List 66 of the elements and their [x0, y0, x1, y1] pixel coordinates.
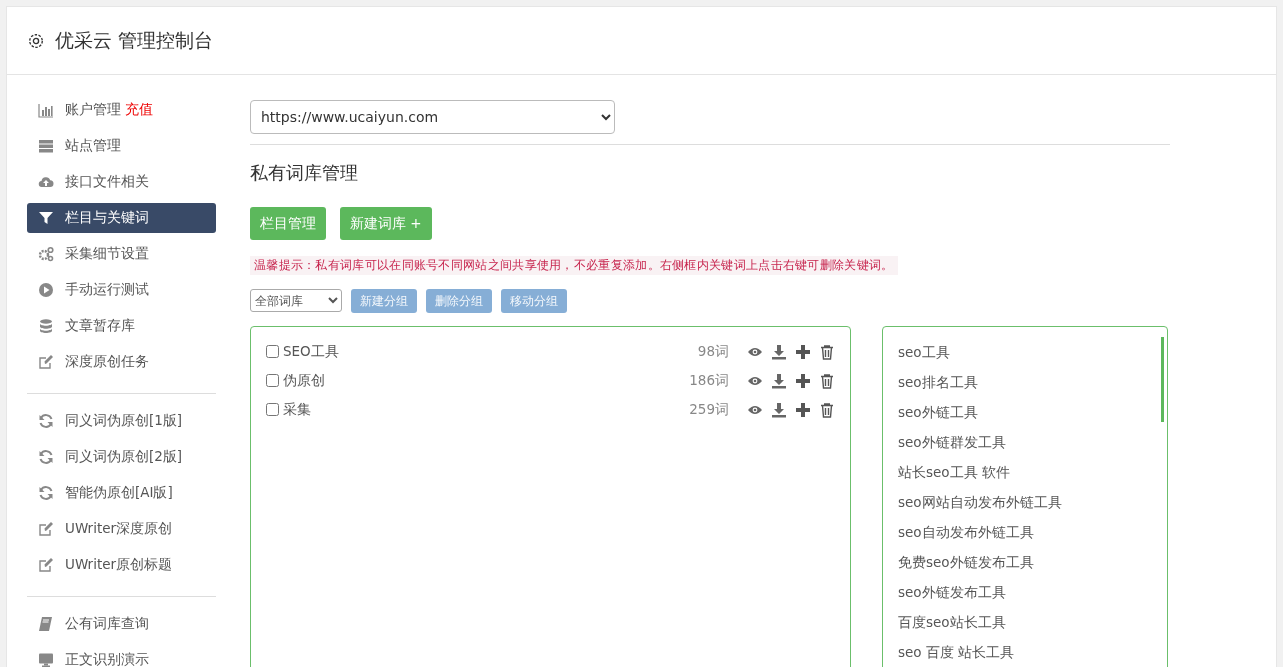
- refresh-icon: [37, 413, 55, 429]
- site-select[interactable]: https://www.ucaiyun.com: [250, 100, 615, 134]
- edit-icon: [37, 354, 55, 370]
- section-title: 私有词库管理: [250, 161, 359, 185]
- trash-icon: [819, 343, 835, 360]
- server-icon: [37, 138, 55, 154]
- cloud-upload-icon: [37, 174, 55, 190]
- download-icon: [771, 372, 787, 389]
- database-icon: [37, 318, 55, 334]
- sidebar-item[interactable]: 采集细节设置: [27, 239, 216, 269]
- bar-chart-icon: [37, 102, 55, 118]
- sidebar-item[interactable]: 智能伪原创[AI版]: [27, 478, 216, 508]
- keyword-item[interactable]: 站长seo工具 软件: [898, 457, 1152, 487]
- library-name: 采集: [283, 400, 312, 419]
- tip-text: 温馨提示：私有词库可以在同账号不同网站之间共享使用，不必重复添加。右侧框内关键词上点击右键可删除关键词。: [250, 256, 898, 275]
- keyword-item[interactable]: 百度seo站长工具: [898, 607, 1152, 637]
- settings-icon: [27, 31, 45, 50]
- sidebar-item[interactable]: 栏目与关键词: [27, 203, 216, 233]
- edit-icon: [37, 557, 55, 573]
- library-checkbox[interactable]: [266, 374, 279, 387]
- word-count: 186词: [689, 371, 729, 390]
- download-icon: [771, 401, 787, 418]
- sidebar-item[interactable]: 公有词库查询: [27, 609, 216, 639]
- refresh-icon: [37, 449, 55, 465]
- keyword-item[interactable]: seo外链发布工具: [898, 577, 1152, 607]
- keyword-item[interactable]: seo 百度 站长工具: [898, 637, 1152, 667]
- library-name: SEO工具: [283, 342, 340, 361]
- sidebar-item[interactable]: 正文识别演示: [27, 645, 216, 667]
- plus-icon: [795, 343, 811, 360]
- sidebar-item[interactable]: 同义词伪原创[1版]: [27, 406, 216, 436]
- play-icon: [37, 282, 55, 298]
- trash-icon: [819, 401, 835, 418]
- keyword-item[interactable]: seo网站自动发布外链工具: [898, 487, 1152, 517]
- sidebar-item[interactable]: UWriter深度原创: [27, 514, 216, 544]
- sidebar-item[interactable]: 同义词伪原创[2版]: [27, 442, 216, 472]
- sidebar-item[interactable]: 站点管理: [27, 131, 216, 161]
- sidebar-item[interactable]: 深度原创任务: [27, 347, 216, 377]
- library-checkbox[interactable]: [266, 403, 279, 416]
- library-checkbox[interactable]: [266, 345, 279, 358]
- scrollbar[interactable]: [1161, 337, 1164, 422]
- sidebar-item[interactable]: 接口文件相关: [27, 167, 216, 197]
- keyword-item[interactable]: seo自动发布外链工具: [898, 517, 1152, 547]
- word-count: 98词: [697, 342, 729, 361]
- trash-icon: [819, 372, 835, 389]
- plus-icon: [795, 401, 811, 418]
- app-title: 优采云 管理控制台: [55, 27, 214, 53]
- keyword-item[interactable]: seo外链群发工具: [898, 427, 1152, 457]
- keyword-item[interactable]: 免费seo外链发布工具: [898, 547, 1152, 577]
- sidebar-item[interactable]: 手动运行测试: [27, 275, 216, 305]
- plus-icon: [795, 372, 811, 389]
- sidebar-item[interactable]: 账户管理 充值: [27, 95, 216, 125]
- word-count: 259词: [689, 400, 729, 419]
- download-icon: [771, 343, 787, 360]
- refresh-icon: [37, 485, 55, 501]
- keyword-item[interactable]: seo排名工具: [898, 367, 1152, 397]
- edit-icon: [37, 521, 55, 537]
- keyword-item[interactable]: seo工具: [898, 337, 1152, 367]
- monitor-icon: [37, 652, 55, 667]
- gears-icon: [37, 246, 55, 262]
- library-name: 伪原创: [283, 371, 326, 390]
- filter-icon: [37, 210, 55, 226]
- keyword-item[interactable]: seo外链工具: [898, 397, 1152, 427]
- sidebar-item[interactable]: 文章暂存库: [27, 311, 216, 341]
- library-filter-select[interactable]: 全部词库: [250, 289, 342, 312]
- book-icon: [37, 616, 55, 632]
- sidebar-item[interactable]: UWriter原创标题: [27, 550, 216, 580]
